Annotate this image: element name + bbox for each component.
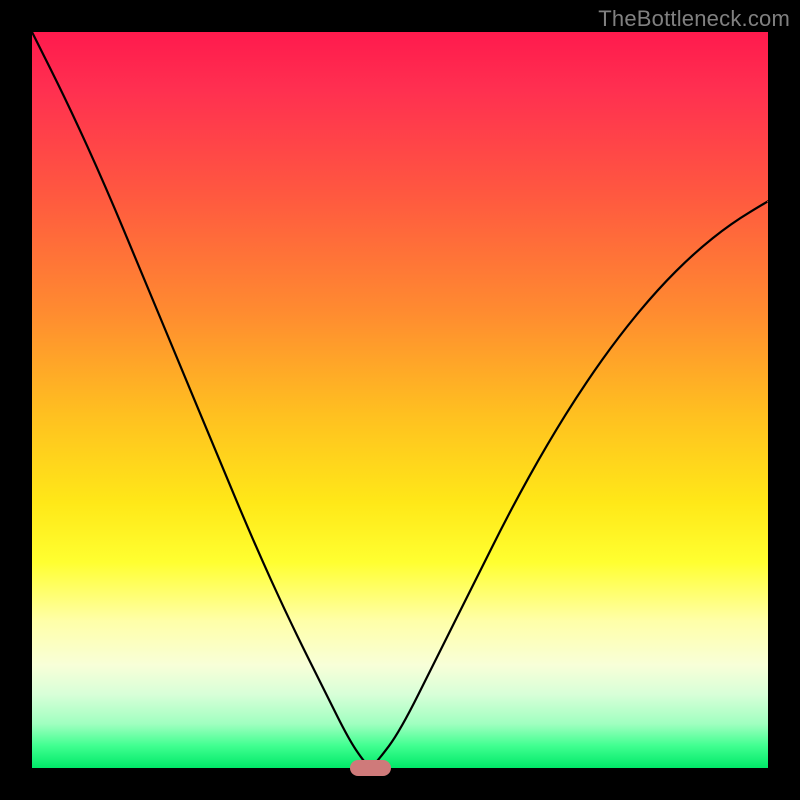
bottleneck-curve — [32, 32, 768, 766]
plot-area — [32, 32, 768, 768]
chart-frame: TheBottleneck.com — [0, 0, 800, 800]
minimum-marker — [350, 760, 390, 776]
curve-svg — [32, 32, 768, 768]
watermark-label: TheBottleneck.com — [598, 6, 790, 32]
